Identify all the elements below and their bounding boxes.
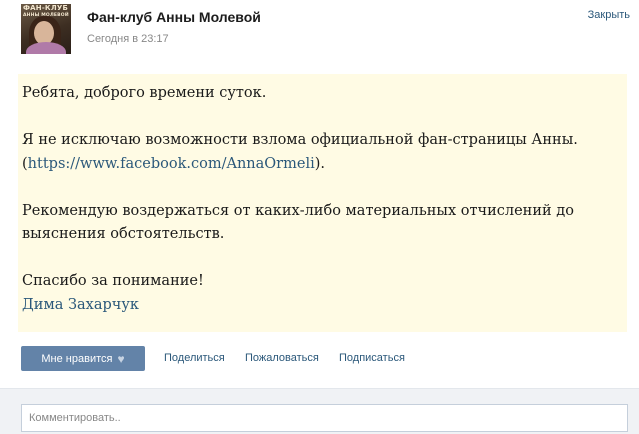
post-line-recommendation: Рекомендую воздержаться от каких-либо ма… [22,202,574,219]
paren-close: ). [314,155,326,172]
facebook-link[interactable]: https://www.facebook.com/AnnaOrmeli [28,156,315,172]
like-label: Мне нравится [41,352,113,365]
avatar[interactable]: ФАН-КЛУБ АННЫ МОЛЕВОЙ [21,4,71,54]
close-button[interactable]: Закрыть [588,9,630,21]
avatar-logo-text: ФАН-КЛУБ [23,4,68,12]
report-link[interactable]: Пожаловаться [245,352,319,364]
comment-input[interactable] [21,404,628,432]
post-line-greeting: Ребята, доброго времени суток. [22,85,267,101]
post-line-thanks: Спасибо за понимание! [22,273,204,289]
post-line-link-paragraph: (https://www.facebook.com/AnnaOrmeli). [22,153,627,177]
avatar-logo-subtext: АННЫ МОЛЕВОЙ [23,13,69,18]
like-button[interactable]: Мне нравится ♥ [21,346,145,371]
comment-area [0,388,639,434]
heart-icon: ♥ [117,351,125,366]
subscribe-link[interactable]: Подписаться [339,352,405,364]
post-timestamp[interactable]: Сегодня в 23:17 [87,33,169,45]
post-line-recommendation-cont: выяснения обстоятельств. [22,226,225,242]
post-content: Ребята, доброго времени суток. Я не искл… [18,74,627,332]
post-line-warning: Я не исключаю возможности взлома официал… [22,132,578,148]
signature-link[interactable]: Дима Захарчук [22,294,627,318]
post-header: ФАН-КЛУБ АННЫ МОЛЕВОЙ Фан-клуб Анны Моле… [0,0,639,62]
share-link[interactable]: Поделиться [164,352,225,364]
group-title[interactable]: Фан-клуб Анны Молевой [87,9,261,25]
